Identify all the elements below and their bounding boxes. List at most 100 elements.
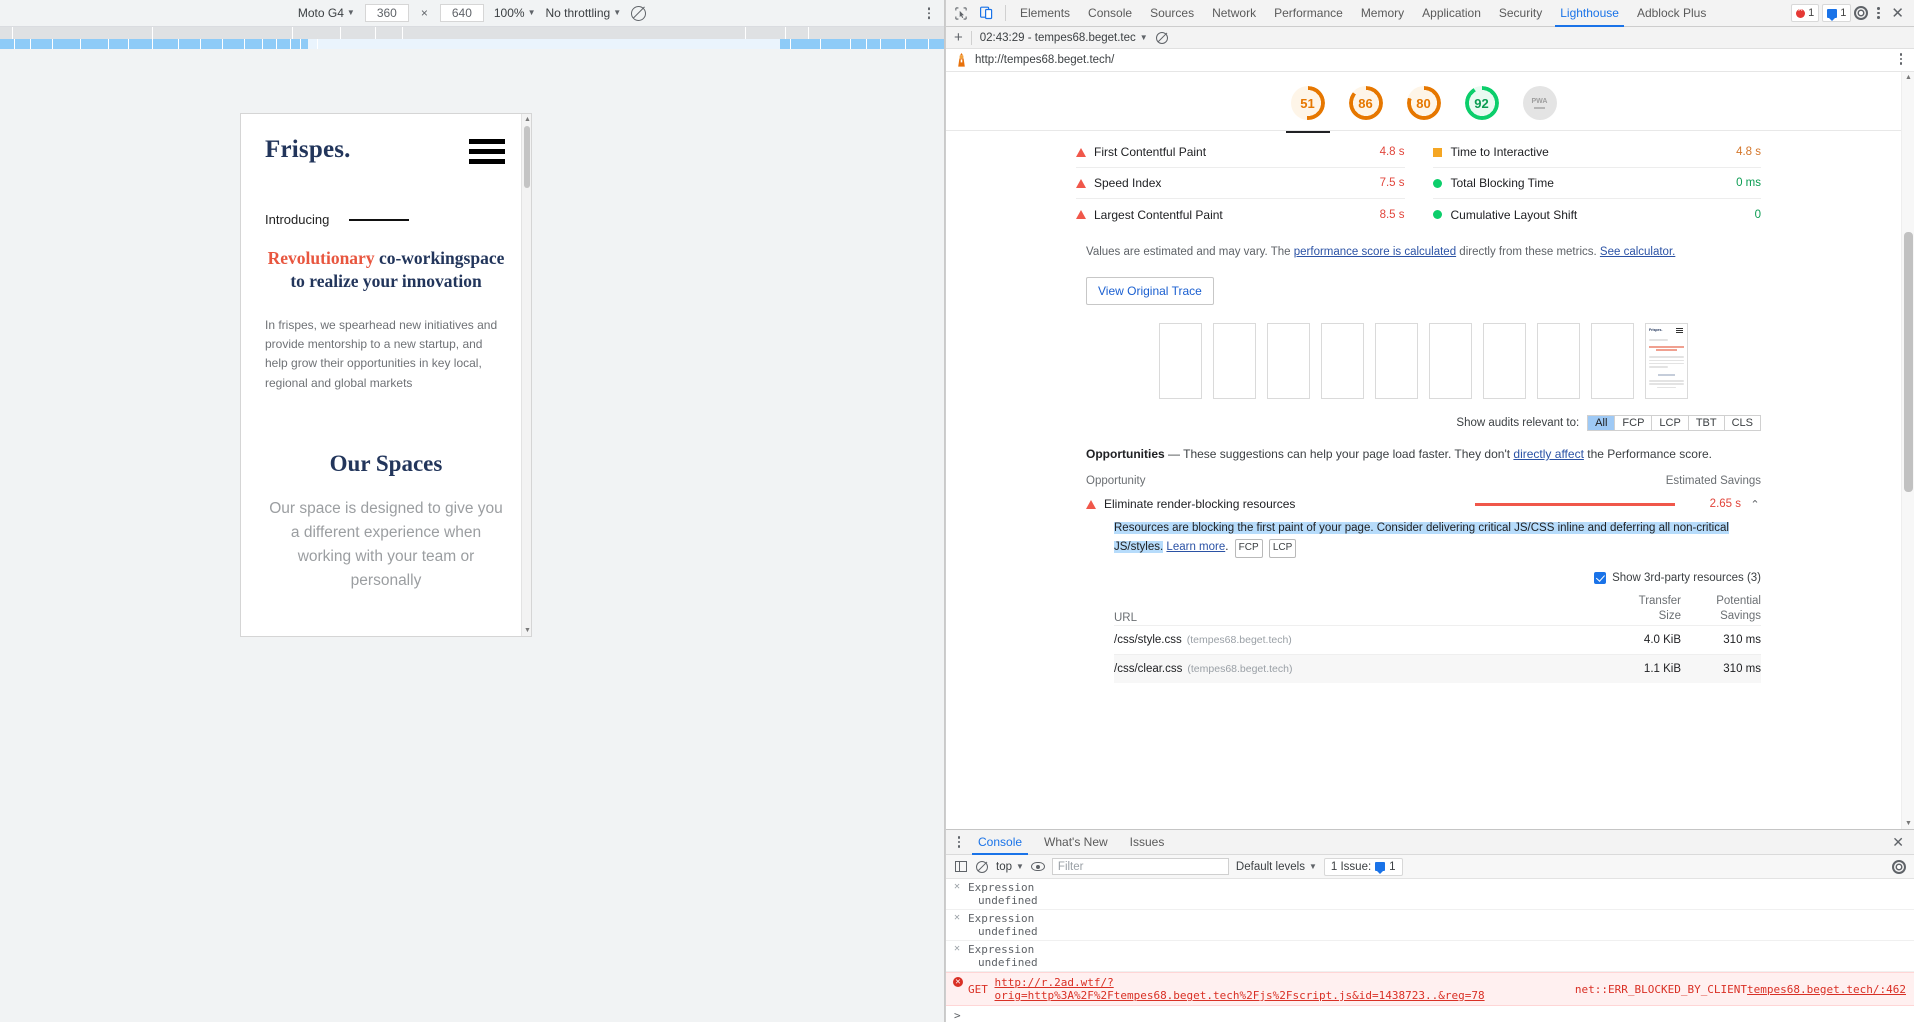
gauge-accessibility[interactable]: 86 — [1348, 86, 1383, 120]
performance-score-link[interactable]: performance score is calculated — [1294, 246, 1456, 258]
directly-affect-link[interactable]: directly affect — [1513, 447, 1583, 461]
live-expression-icon[interactable] — [1030, 860, 1045, 874]
tab-elements[interactable]: Elements — [1011, 0, 1079, 27]
page-scrollbar[interactable]: ▲ ▼ — [521, 114, 531, 636]
expression-remove-icon[interactable]: ✕ — [954, 943, 960, 954]
clear-all-icon[interactable] — [1155, 31, 1168, 44]
filmstrip-frame[interactable] — [1159, 323, 1202, 400]
filmstrip-frame[interactable] — [1321, 323, 1364, 400]
filmstrip-frame[interactable] — [1429, 323, 1472, 400]
tab-console[interactable]: Console — [1079, 0, 1141, 27]
throttling-selector[interactable]: No throttling ▼ — [545, 6, 621, 20]
scrollbar-thumb[interactable] — [524, 126, 530, 188]
learn-more-link[interactable]: Learn more — [1166, 541, 1225, 553]
third-party-toggle[interactable]: Show 3rd-party resources (3) — [946, 571, 1761, 584]
filmstrip-frame[interactable] — [1267, 323, 1310, 400]
filter-tbt[interactable]: TBT — [1687, 415, 1724, 432]
viewport-width-input[interactable]: 360 — [364, 4, 409, 22]
close-icon[interactable]: ✕ — [1892, 834, 1908, 851]
clear-console-icon[interactable] — [975, 860, 989, 874]
table-row[interactable]: /css/clear.css (tempes68.beget.tech) 1.1 … — [1114, 653, 1761, 683]
resource-url[interactable]: /css/style.css (tempes68.beget.tech) — [1114, 634, 1601, 646]
scroll-down-arrow-icon[interactable]: ▼ — [524, 627, 531, 634]
tab-lighthouse[interactable]: Lighthouse — [1551, 0, 1628, 27]
tab-network[interactable]: Network — [1203, 0, 1265, 27]
gear-icon[interactable] — [1854, 6, 1869, 20]
table-row[interactable]: /css/style.css (tempes68.beget.tech) 4.0 … — [1114, 624, 1761, 654]
console-filter-input[interactable] — [1051, 858, 1229, 875]
expression-remove-icon[interactable]: ✕ — [954, 881, 960, 892]
tab-performance[interactable]: Performance — [1265, 0, 1352, 27]
close-icon[interactable]: ✕ — [1888, 6, 1907, 21]
viewport-height-input[interactable]: 640 — [439, 4, 484, 22]
emulated-page-frame[interactable]: Frispes. Introducing Revolutionary co-wo… — [240, 113, 532, 637]
filter-fcp[interactable]: FCP — [1614, 415, 1652, 432]
metric-row[interactable]: First Contentful Paint 4.8 s — [1076, 137, 1405, 168]
hamburger-menu-icon[interactable] — [469, 139, 505, 169]
message-count-badge[interactable]: 1 — [1822, 4, 1852, 22]
tab-adblock-plus[interactable]: Adblock Plus — [1628, 0, 1715, 27]
filmstrip-frame[interactable] — [1483, 323, 1526, 400]
no-symbol-icon[interactable] — [631, 5, 647, 21]
console-error-message[interactable]: ✕ GET http://r.2ad.wtf/?orig=http%3A%2F%… — [946, 972, 1914, 1006]
inspect-element-icon[interactable] — [948, 0, 974, 26]
see-calculator-link[interactable]: See calculator. — [1600, 246, 1675, 258]
gauge-seo[interactable]: 92 — [1464, 86, 1499, 120]
view-original-trace-button[interactable]: View Original Trace — [1086, 277, 1214, 306]
zoom-selector[interactable]: 100% ▼ — [494, 6, 536, 20]
gear-icon[interactable] — [1892, 859, 1906, 874]
filmstrip-frame-final[interactable]: Frispes. — [1645, 323, 1688, 400]
scroll-down-arrow-icon[interactable]: ▼ — [1905, 820, 1912, 827]
tab-security[interactable]: Security — [1490, 0, 1551, 27]
expression-remove-icon[interactable]: ✕ — [954, 912, 960, 923]
error-url-link[interactable]: http://r.2ad.wtf/?orig=http%3A%2F%2Ftemp… — [995, 976, 1569, 1002]
plus-icon[interactable]: + — [954, 30, 963, 45]
gauge-best-practices[interactable]: 80 — [1406, 86, 1441, 120]
console-message[interactable]: ✕ Expression undefined — [946, 879, 1914, 910]
log-levels-selector[interactable]: Default levels ▼ — [1236, 861, 1317, 873]
console-prompt[interactable]: > — [946, 1006, 1914, 1022]
chevron-up-icon[interactable]: ⌃ — [1749, 498, 1761, 511]
device-toolbar-more-button[interactable] — [922, 7, 936, 19]
drawer-tab-whats-new[interactable]: What's New — [1034, 830, 1118, 855]
filmstrip-frame[interactable] — [1591, 323, 1634, 400]
resource-url[interactable]: /css/clear.css (tempes68.beget.tech) — [1114, 663, 1601, 675]
scrollbar-thumb[interactable] — [1904, 232, 1913, 492]
lighthouse-run-selector[interactable]: 02:43:29 - tempes68.beget.tec ▼ — [980, 32, 1148, 44]
filter-lcp[interactable]: LCP — [1651, 415, 1688, 432]
kebab-menu-icon[interactable] — [1894, 53, 1908, 66]
tab-memory[interactable]: Memory — [1352, 0, 1413, 27]
error-count-badge[interactable]: 1 — [1791, 4, 1820, 22]
metric-row[interactable]: Largest Contentful Paint 8.5 s — [1076, 199, 1405, 230]
gauge-performance[interactable]: 51 — [1285, 86, 1330, 133]
gauge-pwa[interactable]: PWA — [1522, 86, 1557, 120]
opportunity-row[interactable]: Eliminate render-blocking resources 2.65… — [946, 487, 1901, 511]
filter-all[interactable]: All — [1587, 415, 1615, 432]
filmstrip-frame[interactable] — [1213, 323, 1256, 400]
issues-pill[interactable]: 1 Issue: 1 — [1323, 857, 1403, 876]
filmstrip-frame[interactable] — [1375, 323, 1418, 400]
third-party-checkbox[interactable] — [1594, 571, 1607, 584]
metric-row[interactable]: Cumulative Layout Shift 0 — [1432, 199, 1761, 230]
scroll-up-arrow-icon[interactable]: ▲ — [1905, 74, 1912, 81]
filmstrip-frame[interactable] — [1537, 323, 1580, 400]
metric-row[interactable]: Total Blocking Time 0 ms — [1432, 168, 1761, 199]
filter-cls[interactable]: CLS — [1723, 415, 1761, 432]
kebab-menu-icon[interactable] — [952, 835, 966, 849]
tab-application[interactable]: Application — [1413, 0, 1490, 27]
drawer-tab-console[interactable]: Console — [968, 830, 1032, 855]
kebab-menu-icon[interactable] — [1871, 6, 1885, 20]
report-scrollbar[interactable]: ▲ ▼ — [1901, 72, 1914, 829]
scroll-up-arrow-icon[interactable]: ▲ — [524, 116, 531, 123]
metric-row[interactable]: Speed Index 7.5 s — [1076, 168, 1405, 199]
console-message[interactable]: ✕ Expression undefined — [946, 941, 1914, 972]
execution-context-selector[interactable]: top ▼ — [996, 861, 1024, 873]
console-sidebar-icon[interactable] — [954, 860, 968, 874]
device-toolbar-icon[interactable] — [974, 0, 1000, 26]
error-source-link[interactable]: tempes68.beget.tech/:462 — [1747, 983, 1906, 996]
console-message[interactable]: ✕ Expression undefined — [946, 910, 1914, 941]
metric-row[interactable]: Time to Interactive 4.8 s — [1432, 137, 1761, 168]
drawer-tab-issues[interactable]: Issues — [1120, 830, 1175, 855]
tab-sources[interactable]: Sources — [1141, 0, 1203, 27]
device-selector[interactable]: Moto G4 ▼ — [298, 6, 355, 20]
